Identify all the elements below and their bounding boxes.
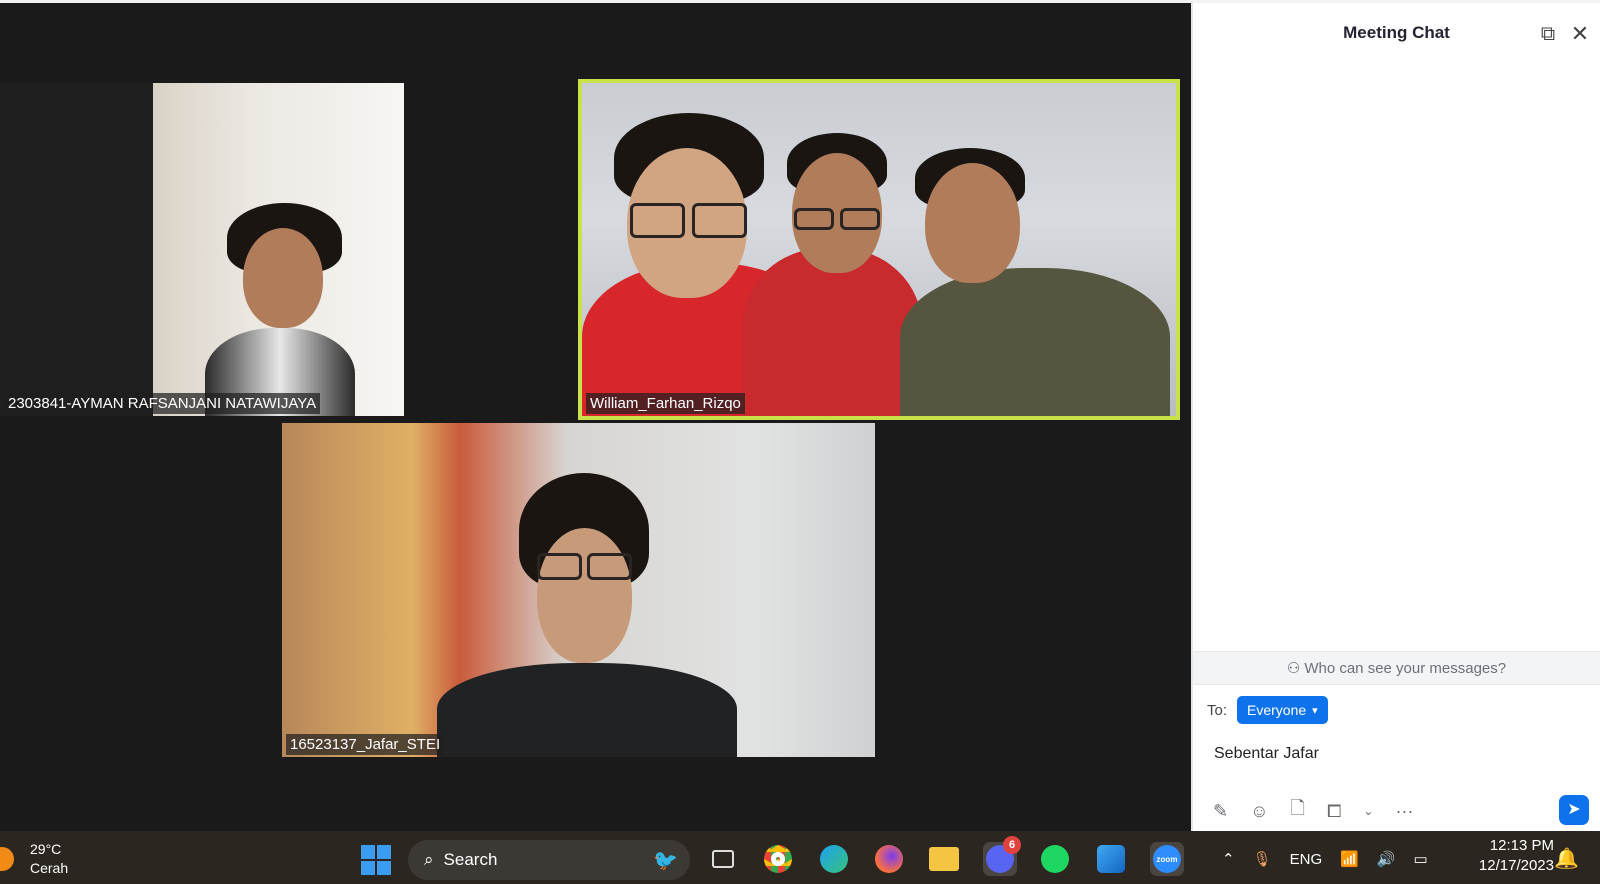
video-tile-ayman[interactable]: 2303841-AYMAN RAFSANJANI NATAWIJAYA — [0, 83, 404, 416]
notification-bell-icon[interactable]: 🔔 — [1554, 846, 1579, 871]
file-icon[interactable]: 🗋 — [1290, 796, 1304, 826]
clock-date: 12/17/2023 — [1478, 857, 1554, 874]
windows-start-icon[interactable] — [361, 845, 391, 875]
participant-figure — [437, 473, 737, 757]
who-can-see-messages-link[interactable]: ⚇ Who can see your messages? — [1193, 651, 1600, 685]
battery-icon[interactable]: ▭ — [1414, 850, 1428, 868]
firefox-icon[interactable] — [872, 842, 906, 876]
zoom-logo: zoom — [1153, 845, 1181, 873]
chat-toolbar: ✎ ☺ 🗋 ⧠ ⌄ ··· — [1213, 798, 1413, 824]
participant-name: 16523137_Jafar_STEI — [286, 734, 445, 755]
edge-icon[interactable] — [817, 842, 851, 876]
participant-figure — [185, 203, 365, 416]
recipient-dropdown[interactable]: Everyone ▾ — [1237, 696, 1328, 724]
language-indicator[interactable]: ENG — [1290, 851, 1323, 868]
close-icon[interactable]: ✕ — [1569, 23, 1591, 45]
taskbar: 29°C Cerah ⌕ Search 🐦 6 zoom ⌃ 🎙 ENG 📶 � — [0, 831, 1600, 884]
send-icon[interactable]: ➤ — [1559, 795, 1589, 825]
recipient-value: Everyone — [1247, 702, 1307, 718]
wifi-icon[interactable]: 📶 — [1340, 850, 1359, 868]
screenshot-icon[interactable]: ⧠ — [1327, 801, 1341, 822]
video-gallery: 2303841-AYMAN RAFSANJANI NATAWIJAYA Will… — [0, 0, 1191, 831]
weather-temperature: 29°C — [30, 841, 62, 857]
search-label: Search — [443, 850, 498, 869]
who-can-see-label: Who can see your messages? — [1304, 660, 1507, 677]
video-tile-william[interactable]: William_Farhan_Rizqo — [578, 79, 1180, 420]
participant-figure — [742, 133, 922, 416]
chat-message-input[interactable] — [1214, 739, 1584, 769]
discord-icon[interactable]: 6 — [983, 836, 1021, 876]
search-highlight-icon: 🐦 — [653, 849, 678, 872]
clock[interactable]: 12:13 PM 12/17/2023 — [1462, 836, 1554, 876]
video-tile-jafar[interactable]: 16523137_Jafar_STEI — [282, 423, 875, 757]
chrome-icon[interactable] — [761, 842, 795, 876]
participant-figure — [900, 148, 1170, 416]
person-icon: ⚇ — [1286, 660, 1301, 677]
system-tray: ⌃ 🎙 ENG 📶 🔊 ▭ — [1222, 842, 1428, 876]
participant-name: 2303841-AYMAN RAFSANJANI NATAWIJAYA — [4, 393, 321, 414]
file-explorer-icon[interactable] — [927, 842, 961, 876]
chevron-up-icon[interactable]: ⌃ — [1222, 850, 1235, 868]
task-view-icon[interactable] — [706, 842, 740, 876]
volume-icon[interactable]: 🔊 — [1377, 850, 1396, 868]
emoji-icon[interactable]: ☺ — [1250, 801, 1268, 822]
sun-icon — [0, 847, 14, 871]
recipient-row: To: Everyone ▾ — [1207, 695, 1328, 725]
popout-icon[interactable]: ⧉ — [1537, 23, 1559, 45]
spotify-icon[interactable] — [1038, 842, 1072, 876]
format-icon[interactable]: ✎ — [1213, 801, 1228, 822]
more-icon[interactable]: ··· — [1395, 801, 1413, 822]
to-label: To: — [1207, 701, 1228, 719]
discord-notification-badge: 6 — [1003, 836, 1021, 854]
microphone-icon[interactable]: 🎙 — [1253, 850, 1272, 868]
taskbar-search[interactable]: ⌕ Search 🐦 — [408, 840, 690, 880]
search-icon: ⌕ — [424, 850, 434, 869]
clock-time: 12:13 PM — [1489, 837, 1554, 854]
chevron-down-icon: ▾ — [1312, 704, 1318, 717]
screen: 2303841-AYMAN RAFSANJANI NATAWIJAYA Will… — [0, 0, 1600, 884]
weather-widget[interactable]: 29°C Cerah — [0, 839, 90, 879]
chevron-down-icon[interactable]: ⌄ — [1363, 804, 1373, 818]
participant-name: William_Farhan_Rizqo — [586, 393, 745, 414]
meeting-chat-panel: Meeting Chat ⧉ ✕ ⚇ Who can see your messa… — [1191, 0, 1600, 831]
photos-icon[interactable] — [1094, 842, 1128, 876]
zoom-icon[interactable]: zoom — [1150, 842, 1184, 876]
weather-condition: Cerah — [30, 860, 69, 876]
